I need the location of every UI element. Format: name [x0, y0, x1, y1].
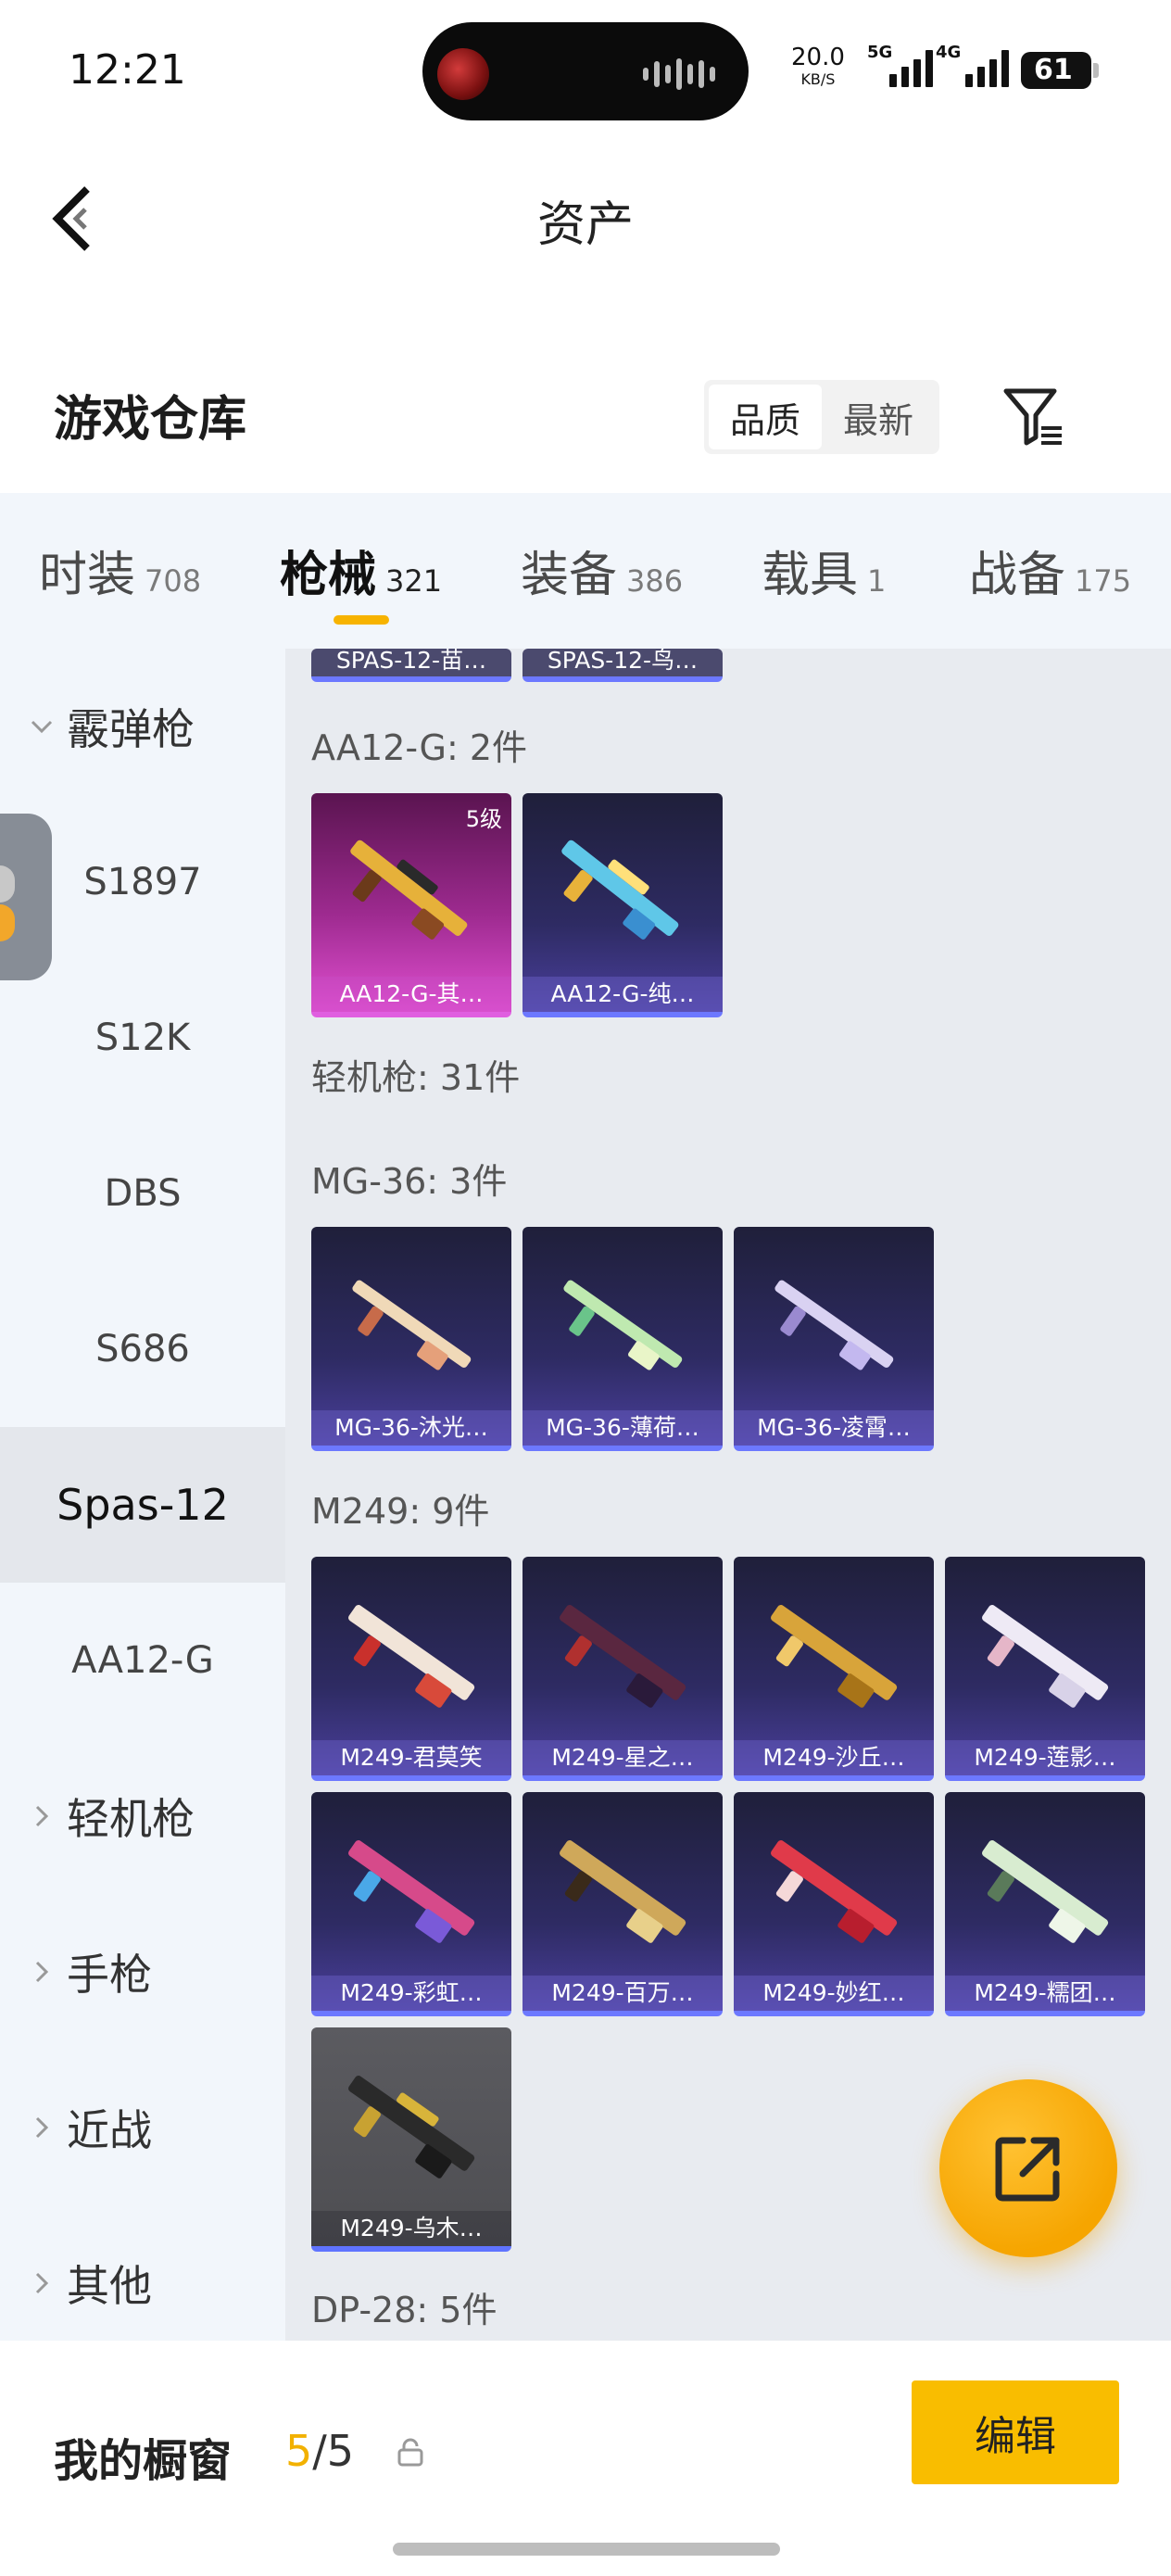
section-title: 游戏仓库 [54, 392, 247, 448]
item-name: M249-彩虹… [311, 1976, 511, 2011]
item-name: SPAS-12-鸟… [547, 649, 699, 674]
sort-quality-button[interactable]: 品质 [709, 385, 822, 449]
lock-icon [395, 2437, 426, 2472]
now-playing-thumbnail [437, 48, 489, 100]
chevron-down-icon [28, 713, 59, 740]
item-name: MG-36-沐光… [311, 1410, 511, 1446]
item-name: MG-36-凌霄… [734, 1410, 934, 1446]
item-card[interactable]: M249-君莫笑 [311, 1557, 511, 1781]
group-title-mg36: MG-36: 3件 [311, 1161, 508, 1202]
home-indicator[interactable] [393, 2543, 780, 2556]
item-name: MG-36-薄荷… [523, 1410, 723, 1446]
item-card[interactable]: SPAS-12-鸟… [523, 649, 723, 682]
showcase-label: 我的橱窗 [54, 2435, 233, 2487]
chevron-right-icon [28, 2269, 59, 2297]
filter-button[interactable] [1001, 384, 1065, 448]
filter-icon [1003, 388, 1062, 446]
item-name: M249-百万… [523, 1976, 723, 2011]
rifle-icon [982, 1840, 1109, 1943]
showcase-count: 5/5 [285, 2426, 355, 2476]
rifle-icon [771, 1840, 898, 1943]
item-card[interactable]: M249-百万… [523, 1792, 723, 2016]
signal-5g-icon: 5G [867, 43, 933, 87]
rifle-icon [350, 840, 468, 940]
showcase-bar: 我的橱窗 5/5 编辑 [0, 2341, 1171, 2576]
chevron-right-icon [28, 1802, 59, 1830]
signal-4g-icon: 4G [936, 43, 1009, 87]
item-card[interactable]: M249-妙红… [734, 1792, 934, 2016]
item-card[interactable]: M249-沙丘… [734, 1557, 934, 1781]
rifle-icon [560, 1605, 686, 1708]
sidebar-item-spas12[interactable]: Spas-12 [0, 1427, 285, 1583]
group-title-dp28: DP-28: 5件 [311, 2290, 497, 2330]
item-card[interactable]: M249-星之… [523, 1557, 723, 1781]
external-link-icon [995, 2137, 1060, 2202]
sidebar-item-s686[interactable]: S686 [0, 1271, 285, 1427]
chevron-right-icon [28, 1958, 59, 1986]
rifle-icon [348, 1840, 475, 1943]
item-card[interactable]: M249-彩虹… [311, 1792, 511, 2016]
group-title-aa12g: AA12-G: 2件 [311, 727, 528, 768]
audio-wave-icon [643, 57, 715, 91]
item-name: M249-沙丘… [734, 1740, 934, 1775]
item-name: M249-糯团… [945, 1976, 1145, 2011]
sidebar-group-melee[interactable]: 近战 [0, 2050, 285, 2205]
page-title: 资产 [536, 197, 634, 253]
edit-button[interactable]: 编辑 [912, 2380, 1119, 2484]
item-name: M249-妙红… [734, 1976, 934, 2011]
item-name: M249-乌木… [311, 2211, 511, 2246]
rifle-icon [348, 1605, 475, 1708]
rifle-icon [561, 840, 679, 940]
rifle-icon [348, 2076, 475, 2178]
sidebar-item-aa12g[interactable]: AA12-G [0, 1583, 285, 1738]
item-level-badge: 5级 [465, 806, 502, 832]
status-time: 12:21 [69, 46, 186, 94]
rifle-icon [560, 1840, 686, 1943]
item-name: M249-君莫笑 [311, 1740, 511, 1775]
rifle-icon [352, 1280, 472, 1370]
item-name: SPAS-12-苗… [335, 649, 487, 674]
sidebar-group-lmg[interactable]: 轻机枪 [0, 1738, 285, 1894]
item-card[interactable]: M249-莲影… [945, 1557, 1145, 1781]
sidebar-group-other[interactable]: 其他 [0, 2205, 285, 2341]
item-card[interactable]: MG-36-凌霄… [734, 1227, 934, 1451]
dynamic-island[interactable] [422, 22, 749, 120]
battery-icon: 61 [1021, 52, 1099, 89]
item-name: AA12-G-其… [311, 977, 511, 1012]
tab-equipment[interactable]: 装备 386 [521, 536, 683, 605]
item-name: M249-星之… [523, 1740, 723, 1775]
floating-assistant-handle[interactable] [0, 814, 52, 980]
item-name: M249-莲影… [945, 1740, 1145, 1775]
tab-firearms[interactable]: 枪械 321 [280, 536, 442, 605]
item-name: AA12-G-纯… [523, 977, 723, 1012]
tab-vehicles[interactable]: 载具 1 [762, 536, 886, 605]
network-speed: 20.0 KB/S [791, 44, 845, 88]
item-card[interactable]: 5级 AA12-G-其… [311, 793, 511, 1017]
rifle-icon [563, 1280, 683, 1370]
active-tab-indicator [334, 615, 389, 625]
sort-newest-button[interactable]: 最新 [822, 385, 935, 449]
item-card[interactable]: M249-糯团… [945, 1792, 1145, 2016]
rifle-icon [774, 1280, 894, 1370]
rifle-icon [982, 1605, 1109, 1708]
sidebar-group-shotgun[interactable]: 霰弹枪 [0, 649, 285, 804]
sidebar-item-dbs[interactable]: DBS [0, 1116, 285, 1271]
group-title-lmg: 轻机枪: 31件 [311, 1057, 521, 1098]
sort-toggle: 品质 最新 [704, 380, 939, 454]
chevron-right-icon [28, 2114, 59, 2141]
tab-supplies[interactable]: 战备 175 [969, 536, 1131, 605]
group-title-m249: M249: 9件 [311, 1491, 490, 1532]
tab-fashion[interactable]: 时装 708 [39, 536, 201, 605]
item-card[interactable]: M249-乌木… [311, 2027, 511, 2252]
item-card[interactable]: AA12-G-纯… [523, 793, 723, 1017]
share-fab-button[interactable] [939, 2079, 1117, 2257]
sidebar-group-pistol[interactable]: 手枪 [0, 1894, 285, 2050]
item-card[interactable]: SPAS-12-苗… [311, 649, 511, 682]
category-tabs: 时装 708 枪械 321 装备 386 载具 1 战备 175 [0, 493, 1171, 649]
rifle-icon [771, 1605, 898, 1708]
item-card[interactable]: MG-36-薄荷… [523, 1227, 723, 1451]
item-card[interactable]: MG-36-沐光… [311, 1227, 511, 1451]
sidebar-item-s12k[interactable]: S12K [0, 960, 285, 1116]
